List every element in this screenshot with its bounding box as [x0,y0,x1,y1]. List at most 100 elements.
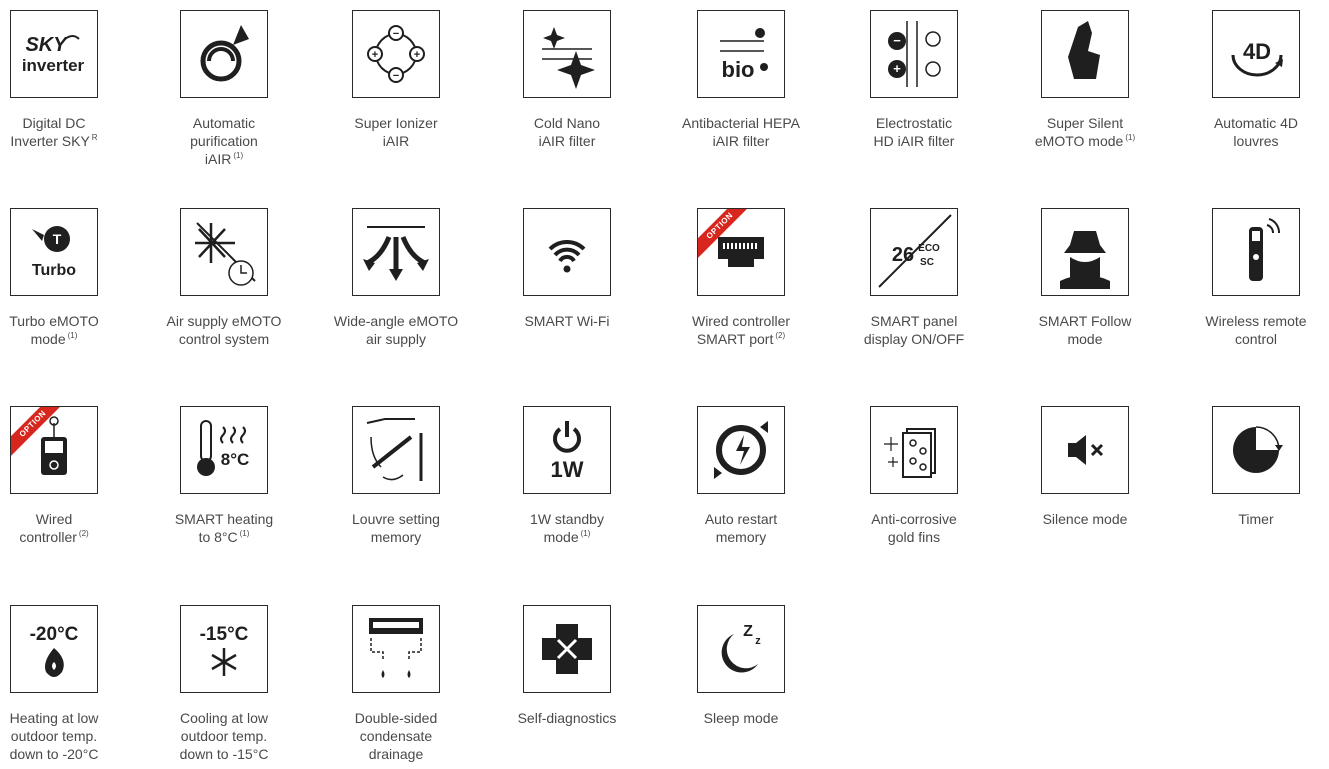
feature-label-text: SMART Follow mode [1038,313,1132,347]
feature-label: Wide-angle eMOTO air supply [316,312,476,348]
feature-item: Silence mode [1005,406,1165,528]
feature-icon-box: − − + + [352,10,440,98]
feature-label: Louvre setting memory [316,510,476,546]
feature-label: Electrostatic HD iAIR filter [834,114,994,150]
feature-item: 1W 1W standby mode (1) [487,406,647,546]
feature-label: Timer [1176,510,1329,528]
feature-item: Self-diagnostics [487,605,647,727]
svg-text:1W: 1W [551,457,584,482]
feature-icon-box: -15°C [180,605,268,693]
feature-item: OPTION Wired controller SMART port (2) [661,208,821,348]
svg-text:8°C: 8°C [221,450,250,469]
feature-label: Self-diagnostics [487,709,647,727]
feature-label: Super Ionizer iAIR [316,114,476,150]
svg-text:+: + [893,61,901,76]
footnote-marker: (1) [1125,133,1136,143]
ionizer-icon: − − + + [367,25,425,83]
feature-label-text: Anti-corrosive gold fins [871,511,957,545]
feature-label: Automatic 4D louvres [1176,114,1329,150]
feature-icon-box [352,406,440,494]
footnote-marker: (2) [78,529,89,539]
feature-icon-box [1041,10,1129,98]
feature-item: Louvre setting memory [316,406,476,546]
svg-text:SC: SC [920,257,934,268]
feature-item: Zz Sleep mode [661,605,821,727]
feature-label: Sleep mode [661,709,821,727]
feature-item: bio Antibacterial HEPA iAIR filter [661,10,821,150]
feature-label-text: Automatic 4D louvres [1213,115,1299,149]
feature-label-text: Air supply eMOTO control system [166,313,282,347]
footnote-marker: (2) [775,331,786,341]
standby-icon: 1W [551,421,584,482]
feature-item: SKY inverter Digital DC Inverter SKY R [0,10,134,150]
feature-label-text: Wired controller [19,511,77,545]
footnote-marker: (1) [233,151,244,161]
feature-icon-box [1041,406,1129,494]
feature-item: Timer [1176,406,1329,528]
heating-low-icon: -20°C [30,624,79,677]
footnote-marker: (1) [239,529,250,539]
electrostatic-icon: − + [888,21,941,87]
silent-icon [1068,21,1100,79]
feature-label-text: Super Ionizer iAIR [354,115,438,149]
feature-label-text: Silence mode [1042,511,1128,527]
feature-label-text: Automatic purification iAIR [190,115,258,167]
feature-grid: SKY inverter Digital DC Inverter SKY R Auto… [0,0,1329,769]
feature-label-text: SMART Wi-Fi [524,313,610,329]
gold-fins-icon [884,428,936,478]
feature-label: Silence mode [1005,510,1165,528]
feature-label: Digital DC Inverter SKY R [0,114,134,150]
svg-text:−: − [393,28,399,40]
footnote-marker: (1) [580,529,591,539]
feature-item: SMART Follow mode [1005,208,1165,348]
feature-icon-box [352,208,440,296]
feature-label: Super Silent eMOTO mode (1) [1005,114,1165,150]
svg-text:SKY: SKY [25,34,68,56]
feature-icon-box [697,406,785,494]
feature-icon-box: 1W [523,406,611,494]
footnote-marker: (1) [67,331,78,341]
purification-icon [200,25,249,82]
svg-text:z: z [755,635,761,647]
svg-text:T: T [53,231,62,247]
feature-label-text: Double-sided condensate drainage [354,710,438,762]
feature-label-text: Self-diagnostics [517,710,617,726]
svg-text:-20°C: -20°C [30,624,79,645]
follow-icon [1060,231,1110,289]
feature-item: 4D Automatic 4D louvres [1176,10,1329,150]
feature-label-text: Super Silent eMOTO mode [1034,115,1124,149]
feature-icon-box [523,10,611,98]
feature-icon-box [523,605,611,693]
silence-icon [1068,435,1104,465]
feature-item: SMART Wi-Fi [487,208,647,330]
feature-item: Auto restart memory [661,406,821,546]
feature-label-text: Digital DC Inverter SKY [10,115,90,149]
heating-8c-icon: 8°C [197,420,250,476]
svg-text:+: + [372,49,378,61]
wired-port-icon [718,237,764,267]
air-supply-icon [195,222,256,286]
self-diagnostics-icon [542,624,592,674]
feature-label-text: Sleep mode [703,710,779,726]
louvre-memory-icon [366,418,423,481]
svg-text:bio: bio [722,57,755,82]
auto-restart-icon [714,421,768,479]
feature-label-text: Turbo eMOTO mode [9,313,99,347]
feature-icon-box [870,406,958,494]
feature-label: Cooling at low outdoor temp. down to -15… [144,709,304,763]
footnote-marker: R [91,133,98,143]
feature-label-text: Electrostatic HD iAIR filter [873,115,955,149]
wide-angle-icon [363,226,429,281]
feature-label: SMART Follow mode [1005,312,1165,348]
svg-text:Turbo: Turbo [32,262,76,279]
feature-label: SMART panel display ON/OFF [834,312,994,348]
svg-text:ECO: ECO [918,243,940,254]
feature-icon-box [180,208,268,296]
feature-label-text: SMART heating to 8°C [174,511,274,545]
feature-item: Wide-angle eMOTO air supply [316,208,476,348]
feature-label: Heating at low outdoor temp. down to -20… [0,709,134,763]
feature-icon-box: − + [870,10,958,98]
feature-icon-box [523,208,611,296]
timer-icon [1233,426,1283,473]
feature-item: Wireless remote control [1176,208,1329,348]
